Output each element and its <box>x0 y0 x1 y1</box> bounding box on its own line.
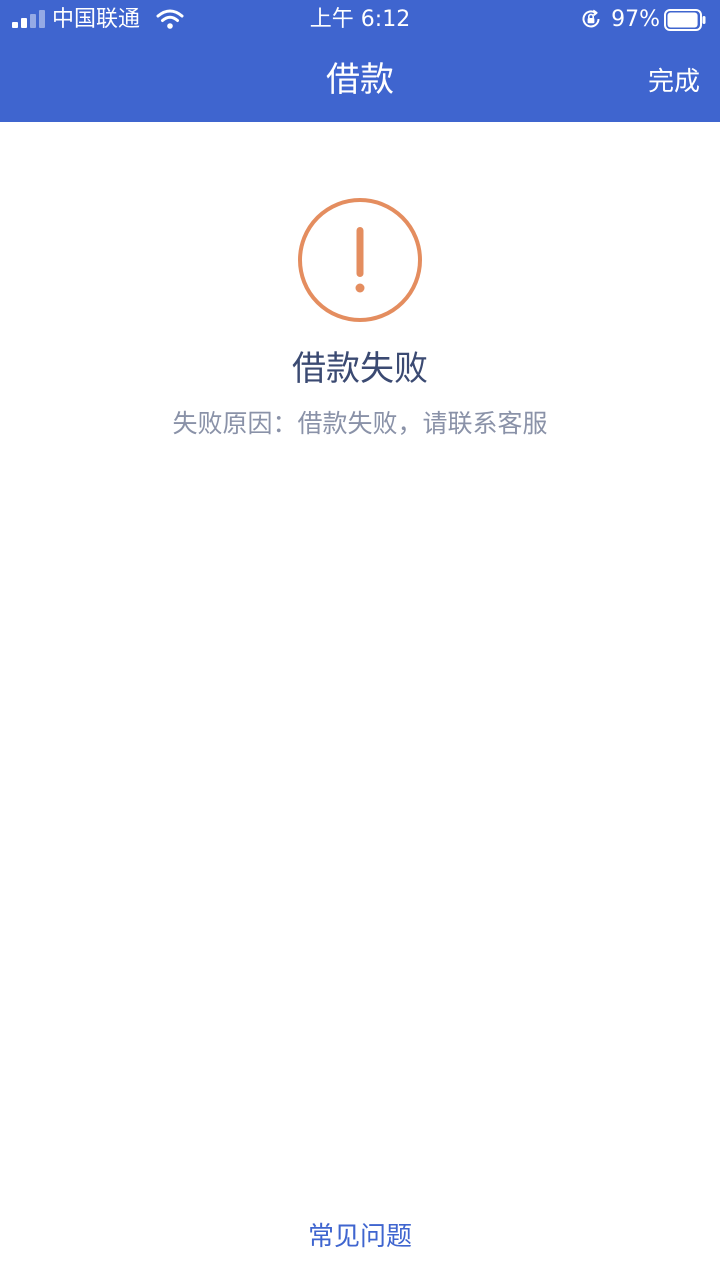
rotation-lock-icon <box>582 9 600 28</box>
result-title: 借款失败 <box>292 349 428 389</box>
failure-reason: 失败原因：借款失败，请联系客服 <box>172 409 548 438</box>
signal-strength-icon <box>12 10 46 28</box>
exclamation-circle-icon <box>298 198 422 322</box>
navigation-bar: 借款 完成 <box>0 40 720 122</box>
done-button[interactable]: 完成 <box>648 62 700 102</box>
faq-link[interactable]: 常见问题 <box>260 1218 460 1256</box>
wifi-icon <box>156 9 184 29</box>
battery-percentage: 97% <box>611 7 660 32</box>
status-time: 上午 6:12 <box>309 7 411 32</box>
screen: 中国联通 上午 6:12 97% 借款 完成 借款失败 失败原因：借款失败，请联… <box>0 0 720 1280</box>
top-bar: 中国联通 上午 6:12 97% 借款 完成 <box>0 0 720 122</box>
status-bar: 中国联通 上午 6:12 97% <box>0 0 720 40</box>
carrier-name: 中国联通 <box>52 7 141 32</box>
battery-icon <box>664 9 706 31</box>
page-title: 借款 <box>326 60 394 100</box>
